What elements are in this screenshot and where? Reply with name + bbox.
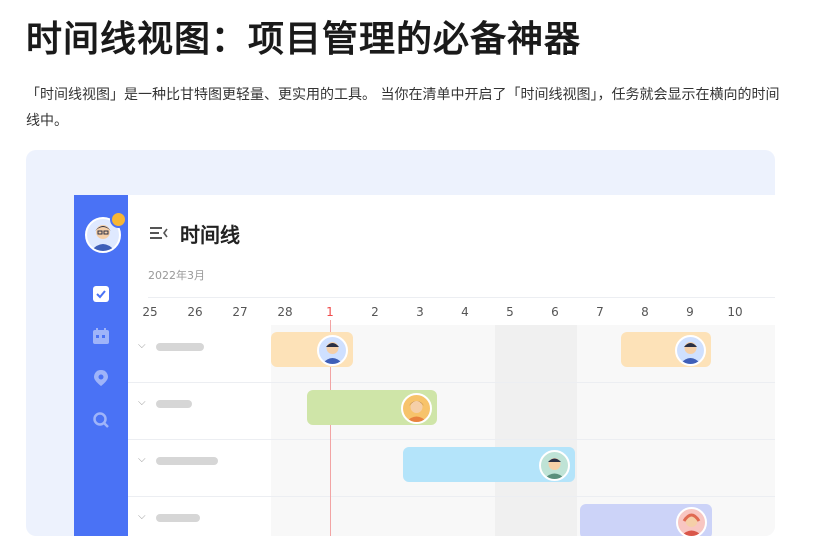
chevron-down-icon[interactable]: ⌵ bbox=[138, 397, 146, 408]
day-label: 6 bbox=[551, 305, 559, 319]
chevron-down-icon[interactable]: ⌵ bbox=[138, 511, 146, 522]
search-icon[interactable] bbox=[92, 411, 110, 429]
task-bar[interactable] bbox=[403, 447, 575, 482]
location-pin-icon[interactable] bbox=[92, 369, 110, 387]
crown-badge-icon bbox=[110, 211, 127, 228]
assignee-avatar bbox=[676, 507, 707, 536]
day-label: 5 bbox=[506, 305, 514, 319]
day-label: 8 bbox=[641, 305, 649, 319]
checkbox-icon[interactable] bbox=[92, 285, 110, 303]
chevron-down-icon[interactable]: ⌵ bbox=[138, 454, 146, 465]
calendar-icon[interactable] bbox=[92, 327, 110, 345]
sidebar bbox=[74, 195, 128, 536]
row-divider bbox=[128, 382, 775, 383]
day-label: 3 bbox=[416, 305, 424, 319]
day-label: 27 bbox=[232, 305, 248, 319]
date-scale-divider bbox=[148, 297, 775, 298]
page-title: 时间线视图：项目管理的必备神器 bbox=[26, 19, 582, 60]
day-label: 9 bbox=[686, 305, 694, 319]
page-description: 「时间线视图」是一种比甘特图更轻量、更实用的工具。 当你在清单中开启了「时间线视… bbox=[26, 87, 780, 129]
day-label: 26 bbox=[187, 305, 203, 319]
task-name-placeholder bbox=[156, 400, 192, 408]
timeline-app-window: 时间线 2022年3月 25 26 27 28 1 2 3 4 5 6 7 8 … bbox=[74, 195, 775, 536]
day-label: 28 bbox=[277, 305, 293, 319]
row-divider bbox=[128, 439, 775, 440]
task-name-placeholder bbox=[156, 343, 204, 351]
assignee-avatar bbox=[539, 450, 570, 481]
assignee-avatar bbox=[675, 335, 706, 366]
menu-collapse-icon[interactable] bbox=[150, 225, 168, 245]
assignee-avatar bbox=[317, 335, 348, 366]
chevron-down-icon[interactable]: ⌵ bbox=[138, 340, 146, 351]
task-bar[interactable] bbox=[621, 332, 711, 367]
day-label: 25 bbox=[142, 305, 158, 319]
row-divider bbox=[128, 496, 775, 497]
day-label: 10 bbox=[727, 305, 743, 319]
day-label: 2 bbox=[371, 305, 379, 319]
timeline-content: 时间线 2022年3月 25 26 27 28 1 2 3 4 5 6 7 8 … bbox=[128, 195, 775, 536]
task-name-placeholder bbox=[156, 514, 200, 522]
weekend-shading bbox=[495, 325, 577, 536]
view-title: 时间线 bbox=[180, 223, 240, 247]
day-label-today: 1 bbox=[326, 305, 334, 319]
assignee-avatar bbox=[401, 393, 432, 424]
day-label: 4 bbox=[461, 305, 469, 319]
task-name-placeholder bbox=[156, 457, 218, 465]
screenshot-card: 时间线 2022年3月 25 26 27 28 1 2 3 4 5 6 7 8 … bbox=[26, 150, 775, 536]
task-bar[interactable] bbox=[271, 332, 353, 367]
task-bar[interactable] bbox=[307, 390, 437, 425]
month-label: 2022年3月 bbox=[148, 269, 205, 282]
day-label: 7 bbox=[596, 305, 604, 319]
task-bar[interactable] bbox=[580, 504, 712, 536]
